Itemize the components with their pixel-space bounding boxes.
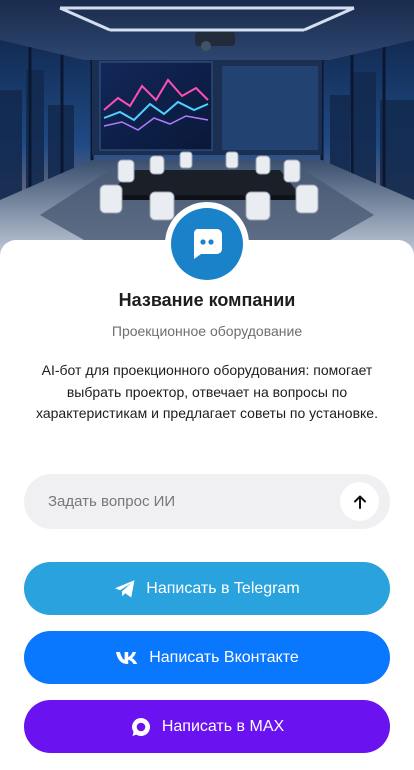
ask-ai-box — [24, 474, 390, 529]
telegram-button[interactable]: Написать в Telegram — [24, 562, 390, 615]
vk-button-label: Написать Вконтакте — [149, 648, 299, 666]
company-subtitle: Проекционное оборудование — [111, 323, 303, 339]
bot-landing-page: Название компании Проекционное оборудова… — [0, 0, 414, 770]
telegram-button-label: Написать в Telegram — [146, 579, 300, 597]
ask-ai-input[interactable] — [48, 474, 348, 529]
bot-avatar — [165, 202, 249, 286]
max-icon — [130, 716, 152, 738]
arrow-up-icon — [352, 494, 368, 510]
send-button[interactable] — [340, 482, 379, 521]
avatar-circle — [171, 208, 243, 280]
max-button[interactable]: Написать в MAX — [24, 700, 390, 753]
max-button-label: Написать в MAX — [161, 717, 285, 735]
company-name: Название компании — [118, 290, 296, 310]
chat-bot-icon — [190, 227, 224, 261]
telegram-icon — [114, 579, 136, 599]
company-description: AI-бот для проекционного оборудования: п… — [36, 362, 378, 421]
vk-icon — [115, 650, 139, 666]
vk-button[interactable]: Написать Вконтакте — [24, 631, 390, 684]
